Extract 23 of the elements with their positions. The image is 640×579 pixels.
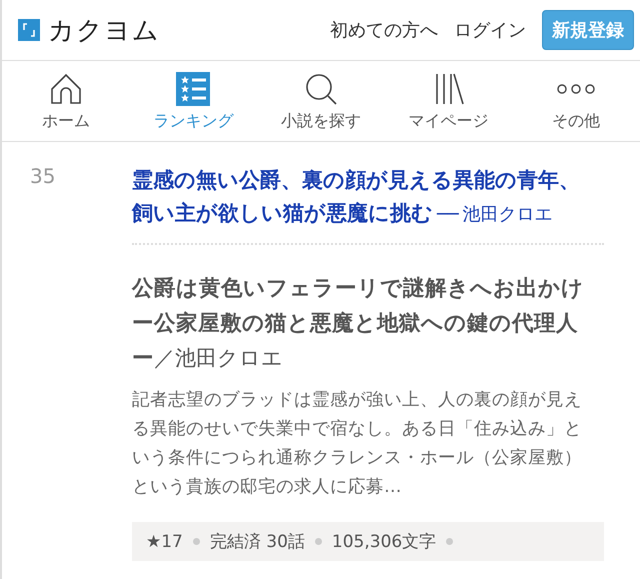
more-icon — [556, 82, 596, 94]
home-icon — [48, 72, 83, 106]
logo-icon — [18, 19, 40, 41]
nav-tab[interactable]: マイページ — [384, 61, 512, 141]
nav-tab[interactable]: その他 — [512, 61, 640, 141]
header-link[interactable]: ログイン — [454, 18, 526, 42]
stat-text: 105,306文字 — [332, 531, 436, 553]
nav-tab[interactable]: ホーム — [2, 61, 130, 141]
header-link[interactable]: 初めての方へ — [330, 18, 438, 42]
stat-text: 完結済 30話 — [210, 531, 305, 553]
separator-dot — [446, 538, 454, 545]
work-description: 記者志望のブラッドは霊感が強い上、人の裏の顔が見える異能のせいで失業中で宿なし。ある日「住み込み」という条件につられ通称クラレンス・ホール（公家屋敷）という貴族の邸宅の求人に応募… — [132, 389, 583, 499]
rank-number: 35 — [29, 164, 56, 190]
work-title[interactable]: 公爵は黄色いフェラーリで謎解きへお出かけー公家屋敷の猫と悪魔と地獄への鍵の代理人ー／池田クロエ — [132, 271, 587, 376]
separator-dot — [192, 538, 200, 545]
separator-dot — [314, 538, 322, 545]
nav-tab[interactable]: 小説を探す — [257, 61, 385, 141]
stat-text: ★17 — [146, 532, 183, 552]
ranking-icon — [176, 72, 210, 106]
logo-text: カクヨム — [48, 14, 160, 48]
nav-tab[interactable]: ランキング — [130, 61, 258, 141]
search-icon — [304, 72, 338, 106]
ranking-title[interactable]: 霊感の無い公爵、裏の顔が見える異能の青年、飼い主が欲しい猫が悪魔に挑む ── 池田クロエ — [132, 164, 604, 245]
